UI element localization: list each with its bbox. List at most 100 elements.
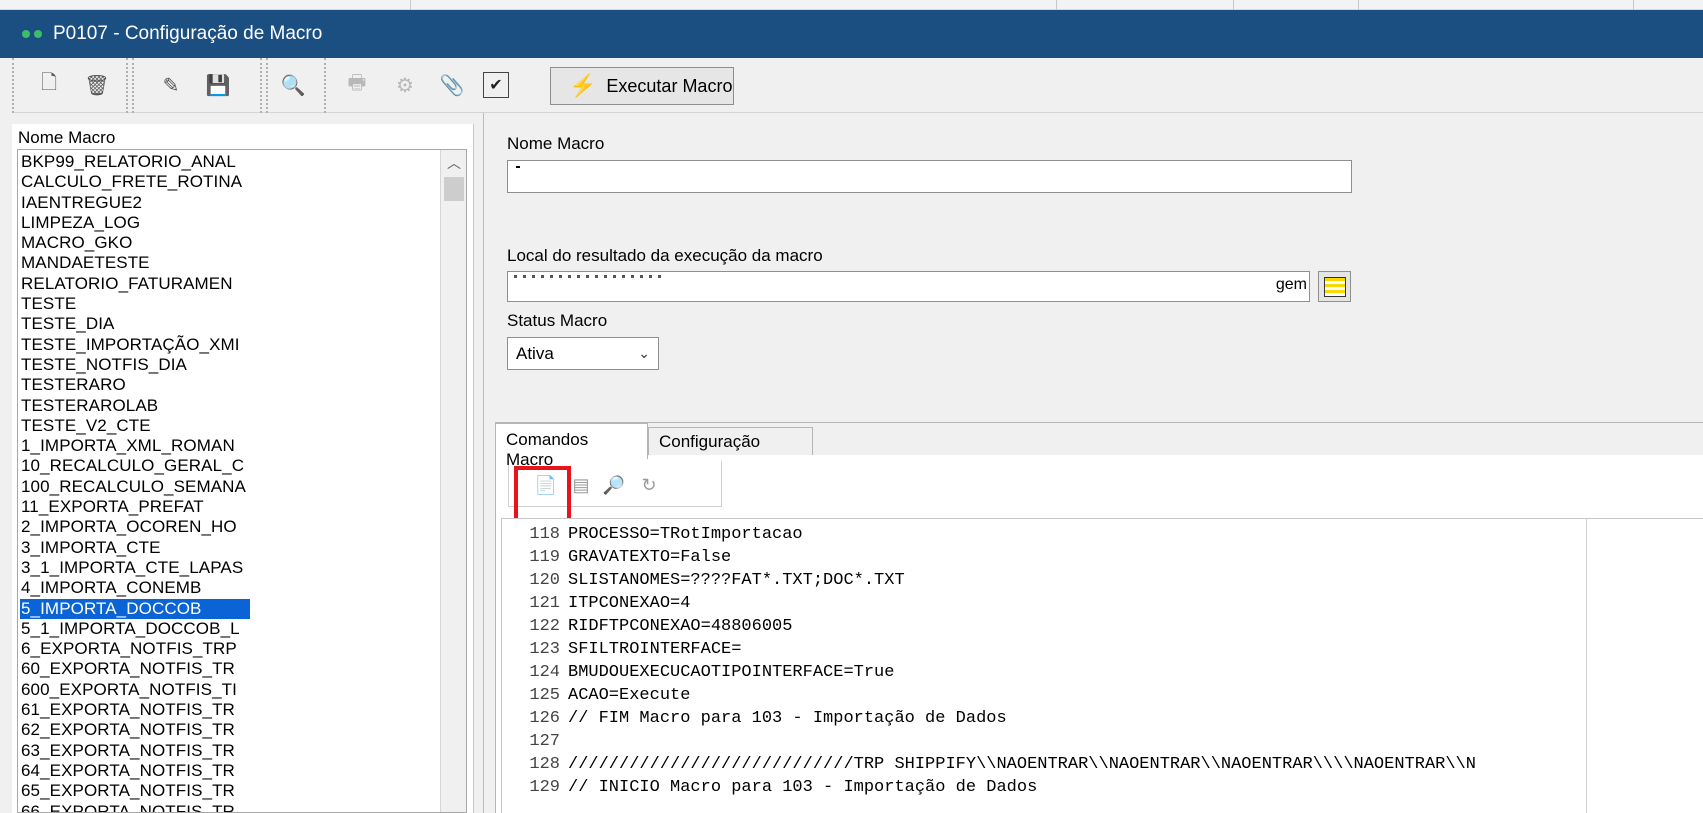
macro-list-item[interactable]: 3_IMPORTA_CTE: [20, 538, 250, 558]
code-line[interactable]: 123 SFILTROINTERFACE=: [502, 637, 1702, 662]
macro-list-item[interactable]: TESTE: [20, 294, 250, 314]
folder-tree-icon: [1323, 276, 1346, 297]
code-text: SFILTROINTERFACE=: [568, 640, 742, 659]
scroll-up-arrow-icon[interactable]: ︿: [445, 154, 463, 172]
macro-list-item[interactable]: TESTE_V2_CTE: [20, 416, 250, 436]
import-file-icon[interactable]: 📄: [532, 471, 560, 499]
macro-list-item[interactable]: 100_RECALCULO_SEMANA: [20, 477, 250, 497]
find-in-document-icon[interactable]: 🔎: [600, 471, 628, 499]
attach-clip-icon[interactable]: 📎: [437, 70, 467, 100]
tab-content-comandos: 📄 ▤ 🔎 ↻ 118 PROCESSO=TRotImportacao 119 GRA…: [495, 455, 1703, 813]
macro-list-item[interactable]: RELATORIO_FATURAMEN: [20, 274, 250, 294]
code-line[interactable]: 122 RIDFTPCONEXAO=48806005: [502, 614, 1702, 639]
code-text: RIDFTPCONEXAO=48806005: [568, 617, 793, 636]
code-line[interactable]: 124 BMUDOUEXECUCAOTIPOINTERFACE=True: [502, 660, 1702, 685]
macro-status-select[interactable]: Ativa ⌄: [507, 337, 659, 370]
macro-list-item[interactable]: 62_EXPORTA_NOTFIS_TR: [20, 720, 250, 740]
line-number: 119: [529, 548, 560, 567]
code-line[interactable]: 118 PROCESSO=TRotImportacao: [502, 522, 1702, 547]
macro-list-item[interactable]: 61_EXPORTA_NOTFIS_TR: [20, 700, 250, 720]
execute-macro-button[interactable]: ⚡ Executar Macro: [550, 67, 734, 105]
line-number: 124: [529, 663, 560, 682]
code-text: GRAVATEXTO=False: [568, 548, 732, 567]
main-toolbar: 🗋 🗑 ✎ 💾 🔍 🖶 ⚙ 📎 ✔ ⚡ Executar Macro: [12, 58, 1703, 113]
new-document-icon[interactable]: 🗋: [34, 70, 64, 100]
tab-comandos-macro[interactable]: Comandos Macro: [495, 423, 648, 469]
macro-list-item[interactable]: 6_EXPORTA_NOTFIS_TRP: [20, 639, 250, 659]
macro-list-item[interactable]: 3_1_IMPORTA_CTE_LAPAS: [20, 558, 250, 578]
macro-list-item[interactable]: 64_EXPORTA_NOTFIS_TR: [20, 761, 250, 781]
macro-name-input[interactable]: [507, 160, 1352, 193]
macro-listbox[interactable]: BKP99_RELATORIO_ANAL CALCULO_FRETE_ROTINA…: [17, 149, 467, 813]
macro-list-item[interactable]: LIMPEZA_LOG: [20, 213, 250, 233]
macro-list-item[interactable]: 1_IMPORTA_XML_ROMAN: [20, 436, 250, 456]
macro-list-item[interactable]: TESTE_IMPORTAÇÃO_XMI: [20, 335, 250, 355]
code-line[interactable]: 125 ACAO=Execute: [502, 683, 1702, 708]
macro-status-value: Ativa: [516, 344, 554, 363]
browse-folder-button[interactable]: [1318, 271, 1351, 302]
panel-splitter[interactable]: [474, 113, 494, 813]
settings-gear-icon[interactable]: ⚙: [390, 70, 420, 100]
macro-list-item[interactable]: 65_EXPORTA_NOTFIS_TR: [20, 781, 250, 801]
macro-list-item[interactable]: TESTE_NOTFIS_DIA: [20, 355, 250, 375]
line-number: 126: [529, 709, 560, 728]
refresh-icon[interactable]: ↻: [635, 471, 663, 499]
status-dot-icon: [34, 30, 42, 38]
delete-icon[interactable]: 🗑: [82, 70, 112, 100]
lightning-bolt-icon: ⚡: [569, 73, 597, 98]
macro-list-item[interactable]: 10_RECALCULO_GERAL_C: [20, 456, 250, 476]
macro-list-item[interactable]: TESTERAROLAB: [20, 396, 250, 416]
code-line[interactable]: 127: [502, 729, 1702, 754]
export-list-icon[interactable]: ▤: [567, 471, 595, 499]
macro-list-item[interactable]: 63_EXPORTA_NOTFIS_TR: [20, 741, 250, 761]
macro-list-item[interactable]: 2_IMPORTA_OCOREN_HO: [20, 517, 250, 537]
macro-list-item[interactable]: TESTERARO: [20, 375, 250, 395]
result-location-label: Local do resultado da execução da macro: [507, 246, 823, 265]
list-vertical-scrollbar[interactable]: ︿: [440, 150, 466, 812]
top-strip-separator: [410, 0, 411, 10]
line-number: 128: [529, 755, 560, 774]
status-dot-icon: [22, 30, 30, 38]
code-line[interactable]: 129 // INICIO Macro para 103 - Importação…: [502, 775, 1702, 800]
macro-list-item[interactable]: 5_1_IMPORTA_DOCCOB_L: [20, 619, 250, 639]
tab-configuracao-macro[interactable]: Configuração Macro: [648, 427, 813, 471]
code-line[interactable]: 121 ITPCONEXAO=4: [502, 591, 1702, 616]
code-text: SLISTANOMES=????FAT*.TXT;DOC*.TXT: [568, 571, 905, 590]
code-line[interactable]: 119 GRAVATEXTO=False: [502, 545, 1702, 570]
line-number: 122: [529, 617, 560, 636]
top-strip-separator: [1358, 0, 1359, 10]
code-text: PROCESSO=TRotImportacao: [568, 525, 803, 544]
macro-list-item[interactable]: IAENTREGUE2: [20, 193, 250, 213]
code-line[interactable]: 128 ////////////////////////////TRP SHIPP…: [502, 752, 1702, 777]
macro-list-item[interactable]: MACRO_GKO: [20, 233, 250, 253]
code-text: // FIM Macro para 103 - Importação de Da…: [568, 709, 1007, 728]
line-number: 123: [529, 640, 560, 659]
macro-list-item[interactable]: CALCULO_FRETE_ROTINA: [20, 172, 250, 192]
macro-list-item[interactable]: 5_IMPORTA_DOCCOB: [20, 598, 250, 619]
macro-list-item[interactable]: 4_IMPORTA_CONEMB: [20, 578, 250, 598]
macro-commands-editor[interactable]: 118 PROCESSO=TRotImportacao 119 GRAVATEXTO=…: [501, 518, 1703, 813]
save-icon[interactable]: 💾: [203, 70, 233, 100]
macro-list-item[interactable]: 66_EXPORTA_NOTFIS_TR: [20, 802, 250, 813]
search-binoculars-icon[interactable]: 🔍: [278, 70, 308, 100]
macro-list-items: BKP99_RELATORIO_ANAL CALCULO_FRETE_ROTINA…: [20, 152, 250, 813]
code-line[interactable]: 120 SLISTANOMES=????FAT*.TXT;DOC*.TXT: [502, 568, 1702, 593]
code-text: ////////////////////////////TRP SHIPPIFY…: [568, 755, 1476, 774]
macro-list-panel: Nome Macro BKP99_RELATORIO_ANAL CALCULO_F…: [12, 124, 474, 813]
macro-list-item[interactable]: 60_EXPORTA_NOTFIS_TR: [20, 659, 250, 679]
macro-list-item[interactable]: TESTE_DIA: [20, 314, 250, 334]
macro-list-item[interactable]: MANDAETESTE: [20, 253, 250, 273]
macro-status-label: Status Macro: [507, 311, 608, 330]
macro-list-item[interactable]: 600_EXPORTA_NOTFIS_TI: [20, 680, 250, 700]
result-location-input[interactable]: gem: [507, 271, 1310, 302]
macro-list-item[interactable]: 11_EXPORTA_PREFAT: [20, 497, 250, 517]
top-strip-separator: [1056, 0, 1057, 10]
scrollbar-thumb[interactable]: [444, 177, 464, 201]
macro-list-item[interactable]: BKP99_RELATORIO_ANAL: [20, 152, 250, 172]
edit-icon[interactable]: ✎: [156, 70, 186, 100]
window-titlebar: P0107 - Configuração de Macro: [0, 10, 1703, 58]
confirm-check-icon[interactable]: ✔: [483, 72, 509, 98]
window-status-dots: [22, 30, 42, 38]
print-icon[interactable]: 🖶: [342, 70, 372, 100]
code-line[interactable]: 126 // FIM Macro para 103 - Importação de…: [502, 706, 1702, 731]
